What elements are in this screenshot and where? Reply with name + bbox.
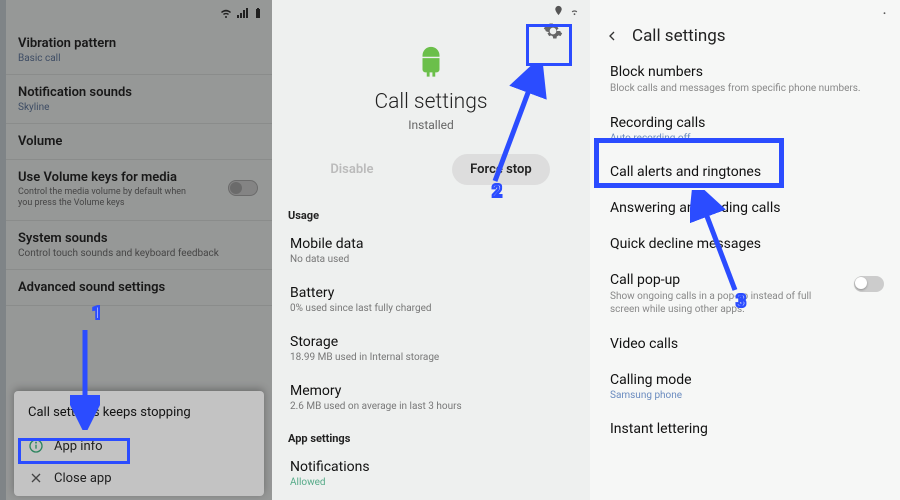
volume-keys-toggle[interactable] — [228, 180, 258, 196]
close-app-option[interactable]: Close app — [20, 462, 258, 494]
android-app-icon — [414, 44, 448, 78]
memory-value: 2.6 MB used on average in last 3 hours — [290, 401, 572, 412]
wifi-icon — [220, 7, 232, 19]
system-sounds-label: System sounds — [18, 231, 260, 246]
item-call-popup[interactable]: Call pop-up Show ongoing calls in a pop-… — [590, 262, 900, 326]
close-icon — [28, 470, 44, 486]
panel-2-app-info: Call settings Installed Disable Force st… — [272, 0, 590, 500]
item-quick-decline[interactable]: Quick decline messages — [590, 226, 900, 262]
app-info-label: App info — [54, 439, 103, 454]
disable-button[interactable]: Disable — [312, 154, 391, 185]
item-vibration-pattern[interactable]: Vibration pattern Basic call — [6, 26, 272, 75]
memory-label: Memory — [290, 383, 572, 399]
item-video-calls[interactable]: Video calls — [590, 326, 900, 362]
storage-value: 18.99 MB used in Internal storage — [290, 352, 572, 363]
item-calling-mode[interactable]: Calling mode Samsung phone — [590, 362, 900, 411]
app-settings-section-header: App settings — [272, 422, 590, 449]
app-info-title: Call settings — [272, 90, 590, 114]
battery-label: Battery — [290, 285, 572, 301]
force-stop-button[interactable]: Force stop — [452, 154, 550, 185]
vibration-pattern-label: Vibration pattern — [18, 36, 260, 51]
item-battery[interactable]: Battery 0% used since last fully charged — [272, 275, 590, 324]
wifi-icon — [569, 5, 580, 16]
block-numbers-label: Block numbers — [610, 64, 880, 80]
item-volume-keys-media[interactable]: Use Volume keys for media Control the me… — [6, 160, 272, 221]
item-block-numbers[interactable]: Block numbers Block calls and messages f… — [590, 54, 900, 105]
back-icon[interactable] — [604, 28, 620, 44]
wifi-icon — [879, 4, 890, 15]
call-settings-title: Call settings — [632, 26, 726, 46]
recording-calls-label: Recording calls — [610, 115, 880, 131]
item-answering-ending[interactable]: Answering and ending calls — [590, 190, 900, 226]
call-popup-desc: Show ongoing calls in a pop-up instead o… — [610, 290, 830, 316]
mobile-data-value: No data used — [290, 254, 572, 265]
volume-keys-desc: Control the media volume by default when… — [18, 187, 198, 210]
system-sounds-desc: Control touch sounds and keyboard feedba… — [18, 248, 260, 259]
call-popup-label: Call pop-up — [610, 272, 880, 288]
battery-icon — [252, 7, 264, 19]
volume-keys-label: Use Volume keys for media — [18, 170, 260, 185]
item-notifications[interactable]: Notifications Allowed — [272, 449, 590, 498]
status-bar — [6, 0, 272, 26]
item-mobile-data[interactable]: Mobile data No data used — [272, 226, 590, 275]
notifications-value: Allowed — [290, 477, 572, 488]
notifications-label: Notifications — [290, 459, 572, 475]
volume-label: Volume — [18, 134, 260, 149]
item-notification-sounds[interactable]: Notification sounds Skyline — [6, 75, 272, 124]
call-settings-header: Call settings — [590, 18, 900, 54]
gear-icon — [543, 21, 563, 41]
calling-mode-value: Samsung phone — [610, 390, 880, 401]
item-call-alerts[interactable]: Call alerts and ringtones — [590, 154, 900, 190]
advanced-sound-label: Advanced sound settings — [18, 280, 260, 295]
notification-sounds-label: Notification sounds — [18, 85, 260, 100]
mobile-data-label: Mobile data — [290, 236, 572, 252]
recording-calls-value: Auto recording off — [610, 133, 880, 144]
signal-icon — [236, 7, 248, 19]
call-popup-toggle[interactable] — [854, 276, 884, 292]
crash-dialog: Call settings keeps stopping App info Cl… — [14, 391, 264, 496]
close-app-label: Close app — [54, 471, 112, 486]
calling-mode-label: Calling mode — [610, 372, 880, 388]
item-recording-calls[interactable]: Recording calls Auto recording off — [590, 105, 900, 154]
item-advanced-sound[interactable]: Advanced sound settings — [6, 270, 272, 306]
battery-value: 0% used since last fully charged — [290, 303, 572, 314]
settings-gear-button[interactable] — [536, 14, 570, 48]
video-calls-label: Video calls — [610, 336, 880, 352]
usage-section-header: Usage — [272, 199, 590, 226]
panel-3-call-settings: Call settings Block numbers Block calls … — [590, 0, 900, 500]
status-bar — [590, 0, 900, 18]
app-info-status: Installed — [272, 118, 590, 132]
app-info-option[interactable]: App info — [20, 430, 258, 462]
notification-sounds-value: Skyline — [18, 102, 260, 113]
item-system-sounds[interactable]: System sounds Control touch sounds and k… — [6, 221, 272, 270]
call-alerts-label: Call alerts and ringtones — [610, 164, 880, 180]
answering-ending-label: Answering and ending calls — [610, 200, 880, 216]
block-numbers-desc: Block calls and messages from specific p… — [610, 82, 880, 95]
storage-label: Storage — [290, 334, 572, 350]
panel-1-sound-settings: Vibration pattern Basic call Notificatio… — [0, 0, 272, 500]
quick-decline-label: Quick decline messages — [610, 236, 880, 252]
item-memory[interactable]: Memory 2.6 MB used on average in last 3 … — [272, 373, 590, 422]
item-storage[interactable]: Storage 18.99 MB used in Internal storag… — [272, 324, 590, 373]
item-instant-lettering[interactable]: Instant lettering — [590, 411, 900, 447]
instant-lettering-label: Instant lettering — [610, 421, 880, 437]
crash-dialog-title: Call settings keeps stopping — [20, 399, 258, 430]
info-icon — [28, 438, 44, 454]
vibration-pattern-value: Basic call — [18, 53, 260, 64]
item-volume[interactable]: Volume — [6, 124, 272, 160]
